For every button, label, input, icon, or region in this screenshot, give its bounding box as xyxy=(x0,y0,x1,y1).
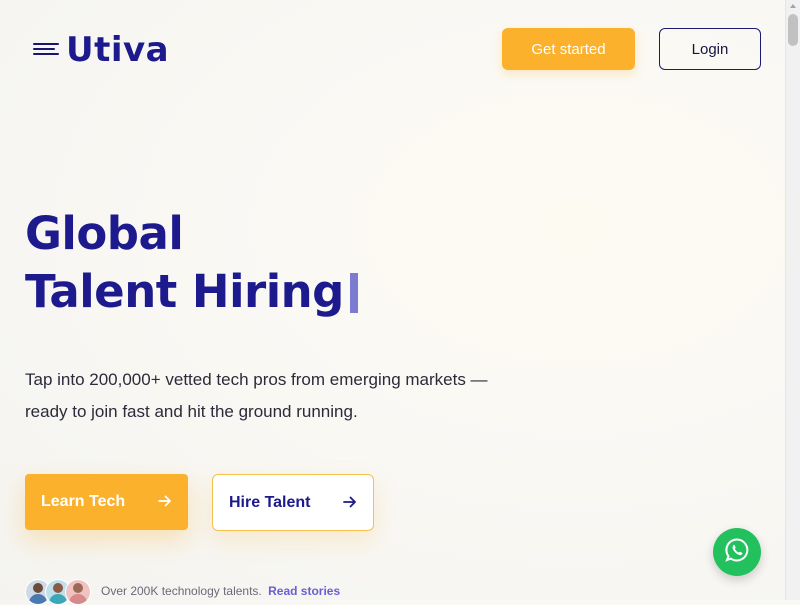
typing-cursor xyxy=(349,273,358,313)
talent-avatars xyxy=(25,579,95,605)
get-started-button[interactable]: Get started xyxy=(502,28,635,70)
read-stories-link[interactable]: Read stories xyxy=(268,584,340,598)
learn-tech-button[interactable]: Learn Tech xyxy=(25,474,188,530)
vertical-scrollbar[interactable] xyxy=(785,0,800,600)
hero-title-line-2: Talent Hiring xyxy=(25,263,358,321)
arrow-right-icon xyxy=(158,494,172,513)
landing-page: Utiva Get started Login Global Talent Hi… xyxy=(0,0,785,605)
hero-subtitle: Tap into 200,000+ vetted tech pros from … xyxy=(25,370,488,421)
whatsapp-button[interactable] xyxy=(713,528,761,576)
social-proof: Over 200K technology talents. Read stori… xyxy=(101,584,340,598)
arrow-right-icon xyxy=(343,495,357,514)
utiva-logo[interactable]: Utiva xyxy=(66,28,169,72)
social-proof-text: Over 200K technology talents. xyxy=(101,584,262,598)
login-button[interactable]: Login xyxy=(659,28,761,70)
hero-title: Global Talent Hiring xyxy=(25,205,358,321)
learn-tech-label: Learn Tech xyxy=(41,493,126,510)
hero-title-line-1: Global xyxy=(25,207,184,260)
hamburger-menu-icon[interactable] xyxy=(33,41,59,57)
whatsapp-icon xyxy=(724,537,750,568)
login-label: Login xyxy=(691,40,729,58)
get-started-label: Get started xyxy=(531,40,606,58)
hire-talent-button[interactable]: Hire Talent xyxy=(212,474,374,531)
hire-talent-label: Hire Talent xyxy=(229,494,311,511)
hero-title-text: Talent Hiring xyxy=(25,265,344,318)
scroll-up-arrow-icon[interactable] xyxy=(790,4,796,8)
avatar xyxy=(65,579,91,605)
scrollbar-thumb[interactable] xyxy=(788,14,798,46)
